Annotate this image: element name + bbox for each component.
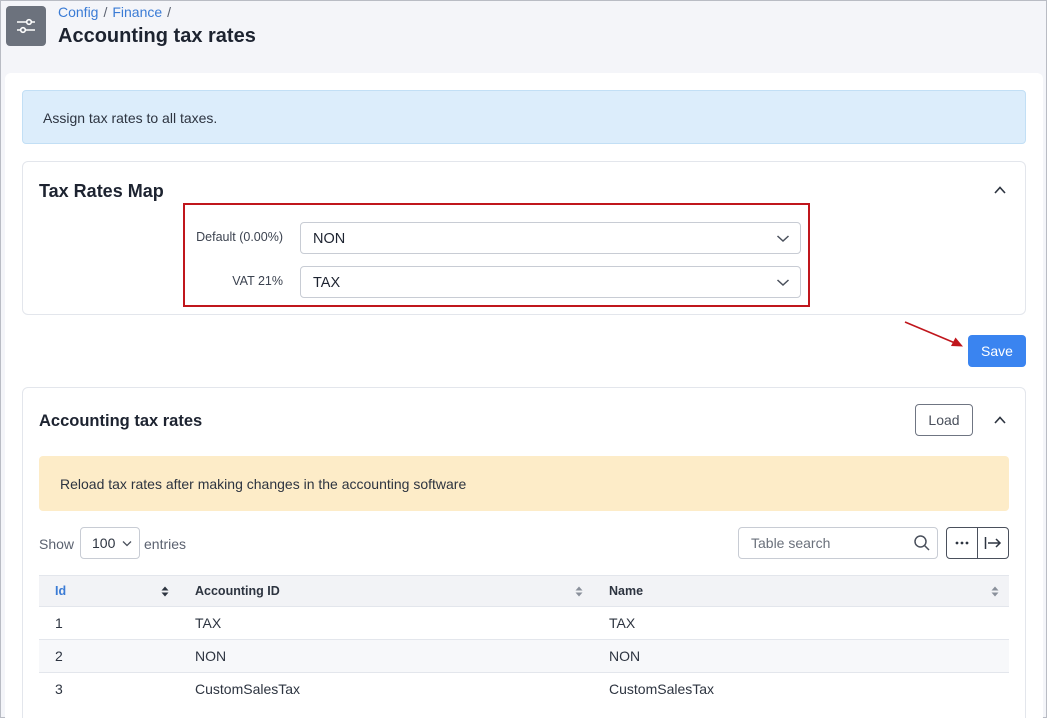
table-row[interactable]: 2 NON NON xyxy=(39,639,1009,673)
column-header-id[interactable]: Id xyxy=(39,575,179,607)
vat-rate-value: TAX xyxy=(313,275,341,291)
cell-id: 3 xyxy=(39,672,179,706)
column-header-name[interactable]: Name xyxy=(593,575,1009,607)
column-header-label: Accounting ID xyxy=(195,584,280,598)
more-options-icon[interactable] xyxy=(947,528,977,558)
tax-mapping-highlight: Default (0.00%) NON VAT 21% TAX xyxy=(183,203,810,307)
cell-accounting-id: TAX xyxy=(179,606,593,640)
breadcrumb: Config / Finance / xyxy=(58,4,171,20)
page-title: Accounting tax rates xyxy=(58,25,256,47)
expand-columns-icon[interactable] xyxy=(977,528,1008,558)
chevron-down-icon xyxy=(122,541,132,547)
chevron-down-icon xyxy=(776,279,790,287)
table-search-input[interactable] xyxy=(738,527,938,559)
accounting-tax-rates-card: Accounting tax rates Load Reload tax rat… xyxy=(22,387,1026,718)
vat-rate-select[interactable]: TAX xyxy=(300,266,801,298)
sort-icon xyxy=(991,586,999,597)
accounting-tax-rates-title: Accounting tax rates xyxy=(39,412,203,430)
breadcrumb-separator: / xyxy=(103,4,108,20)
load-button[interactable]: Load xyxy=(915,404,973,436)
entries-select[interactable]: 100 xyxy=(80,527,140,559)
save-button[interactable]: Save xyxy=(968,335,1026,367)
entries-label: entries xyxy=(144,536,187,552)
default-rate-select[interactable]: NON xyxy=(300,222,801,254)
sliders-icon[interactable] xyxy=(6,6,46,46)
main-card: Assign tax rates to all taxes. Tax Rates… xyxy=(5,73,1043,718)
table-actions-group xyxy=(946,527,1009,559)
cell-id: 2 xyxy=(39,639,179,673)
collapse-chevron-icon[interactable] xyxy=(993,183,1007,197)
tax-rates-map-title: Tax Rates Map xyxy=(39,181,164,201)
cell-name: NON xyxy=(593,639,1009,673)
default-rate-label: Default (0.00%) xyxy=(196,230,283,244)
breadcrumb-finance[interactable]: Finance xyxy=(112,4,162,20)
default-rate-value: NON xyxy=(313,231,346,247)
table-header-row: Id Accounting ID Name xyxy=(39,575,1009,607)
table-row[interactable]: 3 CustomSalesTax CustomSalesTax xyxy=(39,672,1009,706)
show-label: Show xyxy=(39,536,75,552)
search-icon[interactable] xyxy=(913,534,931,552)
sort-icon xyxy=(161,586,169,597)
cell-name: TAX xyxy=(593,606,1009,640)
sort-icon xyxy=(575,586,583,597)
collapse-chevron-icon[interactable] xyxy=(993,413,1007,427)
info-alert: Assign tax rates to all taxes. xyxy=(22,90,1026,144)
column-header-label: Id xyxy=(55,584,67,598)
annotation-arrow-icon xyxy=(904,321,963,347)
tax-rates-table: Id Accounting ID Name 1 TAX TAX 2 NON NO… xyxy=(39,575,1009,706)
column-header-label: Name xyxy=(609,584,644,598)
breadcrumb-separator: / xyxy=(167,4,172,20)
cell-accounting-id: CustomSalesTax xyxy=(179,672,593,706)
cell-accounting-id: NON xyxy=(179,639,593,673)
cell-id: 1 xyxy=(39,606,179,640)
cell-name: CustomSalesTax xyxy=(593,672,1009,706)
column-header-accounting-id[interactable]: Accounting ID xyxy=(179,575,593,607)
breadcrumb-config[interactable]: Config xyxy=(58,4,98,20)
vat-rate-label: VAT 21% xyxy=(232,274,283,288)
warning-alert: Reload tax rates after making changes in… xyxy=(39,456,1009,511)
table-row[interactable]: 1 TAX TAX xyxy=(39,606,1009,640)
chevron-down-icon xyxy=(776,235,790,243)
entries-value: 100 xyxy=(92,535,116,551)
page-header: Config / Finance / Accounting tax rates xyxy=(1,1,1046,71)
